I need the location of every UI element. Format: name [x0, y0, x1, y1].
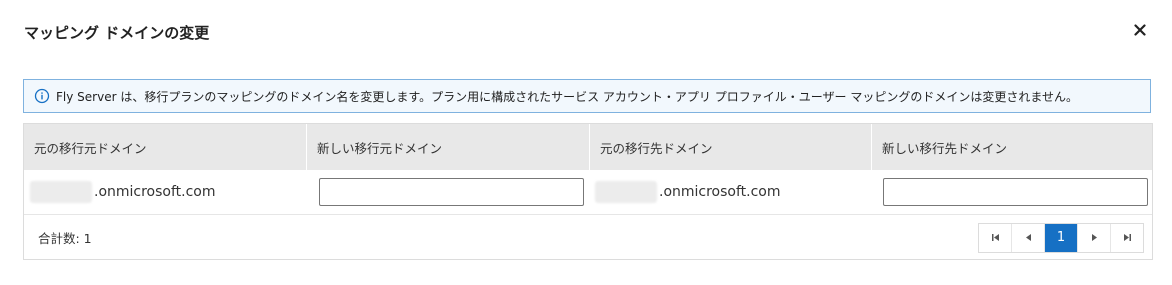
table-footer: 合計数: 1 1: [24, 215, 1152, 260]
pagination: 1: [978, 222, 1144, 253]
source-domain-cell: .onmicrosoft.com: [24, 170, 307, 214]
page-1-button[interactable]: 1: [1045, 223, 1078, 252]
header-new-source-domain: 新しい移行元ドメイン: [307, 124, 590, 170]
new-target-domain-cell: [872, 170, 1152, 214]
new-source-domain-input[interactable]: [319, 178, 584, 206]
header-original-target-domain: 元の移行先ドメイン: [590, 124, 872, 170]
domain-mapping-table: 元の移行元ドメイン 新しい移行元ドメイン 元の移行先ドメイン 新しい移行先ドメイ…: [23, 123, 1153, 260]
info-icon: [34, 88, 50, 104]
change-mapping-domain-dialog: マッピング ドメインの変更 Fly Server は、移行プランのマッピングのド…: [0, 0, 1172, 285]
info-message: Fly Server は、移行プランのマッピングのドメイン名を変更します。プラン…: [56, 89, 1078, 104]
new-target-domain-input[interactable]: [883, 178, 1148, 206]
total-count: 合計数: 1: [38, 231, 92, 246]
next-page-icon[interactable]: [1078, 223, 1111, 252]
redacted-tenant-name: [595, 181, 657, 203]
target-domain-cell: .onmicrosoft.com: [590, 170, 872, 214]
last-page-icon[interactable]: [1111, 224, 1143, 252]
table-row: .onmicrosoft.com .onmicrosoft.com: [24, 170, 1152, 215]
first-page-icon[interactable]: [979, 223, 1012, 252]
target-domain-text: .onmicrosoft.com: [659, 184, 781, 200]
redacted-tenant-name: [30, 181, 92, 203]
header-new-target-domain: 新しい移行先ドメイン: [882, 140, 1008, 156]
prev-page-icon[interactable]: [1012, 223, 1045, 252]
header-original-source-domain: 元の移行元ドメイン: [24, 124, 307, 170]
dialog-title: マッピング ドメインの変更: [24, 24, 210, 42]
source-domain-text: .onmicrosoft.com: [94, 184, 216, 200]
info-banner: Fly Server は、移行プランのマッピングのドメイン名を変更します。プラン…: [23, 79, 1151, 113]
close-icon[interactable]: [1130, 20, 1150, 40]
new-source-domain-cell: [307, 170, 590, 214]
table-header: 元の移行元ドメイン 新しい移行元ドメイン 元の移行先ドメイン 新しい移行先ドメイ…: [24, 124, 1152, 170]
